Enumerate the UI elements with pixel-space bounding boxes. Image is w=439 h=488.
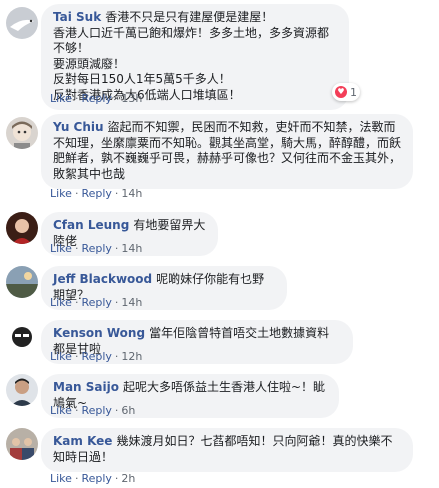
separator: · [74,296,79,309]
comment-item: Jeff Blackwood 呢啲妹仔你能有乜野期望？ Like · Reply · 14… [0,266,439,312]
landscape-avatar-icon [6,266,38,298]
timestamp[interactable]: 12h [121,350,142,363]
woman-avatar-icon [6,212,38,244]
avatar[interactable] [6,7,38,39]
like-link[interactable]: Like [50,350,72,363]
timestamp[interactable]: 6h [121,404,135,417]
comment-actions: Like · Reply · 6h [50,404,135,417]
reply-link[interactable]: Reply [81,472,111,485]
comment-item: Yu Chiu 盜起而不知禦，民困而不知救，吏奸而不知禁，法斁而不知理，坐縻廪粟而… [0,114,439,204]
heart-icon: ♥ [335,86,347,98]
separator: · [74,472,79,485]
separator: · [74,187,79,200]
comment-bubble: Kam Kee 幾妹渡月如日？七萏都唔知！只向阿爺！真的快樂不知時日過！ [41,428,413,472]
timestamp[interactable]: 14h [121,187,142,200]
reaction-count: 1 [350,85,357,99]
separator: · [74,350,79,363]
comment-item: Kam Kee 幾妹渡月如日？七萏都唔知！只向阿爺！真的快樂不知時日過！ Like… [0,428,439,488]
reply-link[interactable]: Reply [81,296,111,309]
separator: · [74,92,79,105]
like-link[interactable]: Like [50,404,72,417]
comment-item: Kenson Wong 當年佢陰曾特首唔交土地數據資料都是甘啦 Like · Repl… [0,320,439,366]
reply-link[interactable]: Reply [81,92,111,105]
like-link[interactable]: Like [50,187,72,200]
comment-author[interactable]: Yu Chiu [53,120,104,134]
comment-author[interactable]: Kam Kee [53,434,112,448]
comment-author[interactable]: Kenson Wong [53,326,145,340]
comment-author[interactable]: Jeff Blackwood [53,272,152,286]
like-link[interactable]: Like [50,472,72,485]
comment-text: 盜起而不知禦，民困而不知救，吏奸而不知禁，法斁而不知理，坐縻廪粟而不知恥。觀其坐… [53,120,402,181]
timestamp[interactable]: 13h [121,92,142,105]
avatar[interactable] [6,374,38,406]
separator: · [114,404,119,417]
timestamp[interactable]: 14h [121,242,142,255]
comment-actions: Like · Reply · 2h [50,472,135,485]
separator: · [114,472,119,485]
avatar[interactable] [6,266,38,298]
group-avatar-icon [6,428,38,460]
separator: · [114,92,119,105]
comment-author[interactable]: Tai Suk [53,10,101,24]
comment-actions: Like · Reply · 13h [50,92,142,105]
reaction-badge[interactable]: ♥ 1 [332,83,360,101]
avatar[interactable] [6,212,38,244]
comment-bubble: Yu Chiu 盜起而不知禦，民困而不知救，吏奸而不知禁，法斁而不知理，坐縻廪粟而… [41,114,413,189]
separator: · [114,187,119,200]
comment-item: Cfan Leung 有地要留畀大陸佬 Like · Reply · 14h [0,212,439,258]
like-link[interactable]: Like [50,242,72,255]
comment-item: Man Saijo 起呢大多唔係益土生香港人住啦~！眦鳩氣~ Like · Reply… [0,374,439,420]
separator: · [74,404,79,417]
doll-avatar-icon [6,117,38,149]
avatar[interactable] [6,428,38,460]
comment-author[interactable]: Man Saijo [53,380,119,394]
comment-actions: Like · Reply · 12h [50,350,142,363]
like-link[interactable]: Like [50,296,72,309]
comment-actions: Like · Reply · 14h [50,242,142,255]
avatar[interactable] [6,320,38,352]
comment-actions: Like · Reply · 14h [50,296,142,309]
comment-actions: Like · Reply · 14h [50,187,142,200]
like-link[interactable]: Like [50,92,72,105]
avatar[interactable] [6,117,38,149]
reply-link[interactable]: Reply [81,404,111,417]
separator: · [114,350,119,363]
separator: · [114,296,119,309]
timestamp[interactable]: 2h [121,472,135,485]
comment-author[interactable]: Cfan Leung [53,218,129,232]
separator: · [114,242,119,255]
man-avatar-icon [6,374,38,406]
bird-avatar-icon [6,7,38,39]
cartoon-avatar-icon [6,320,38,352]
reply-link[interactable]: Reply [81,187,111,200]
timestamp[interactable]: 14h [121,296,142,309]
reply-link[interactable]: Reply [81,242,111,255]
reply-link[interactable]: Reply [81,350,111,363]
comment-item: Tai Suk 香港不只是只有建屋便是建屋！ 香港人口近千萬已飽和爆炸！多多土地，… [0,0,439,110]
separator: · [74,242,79,255]
